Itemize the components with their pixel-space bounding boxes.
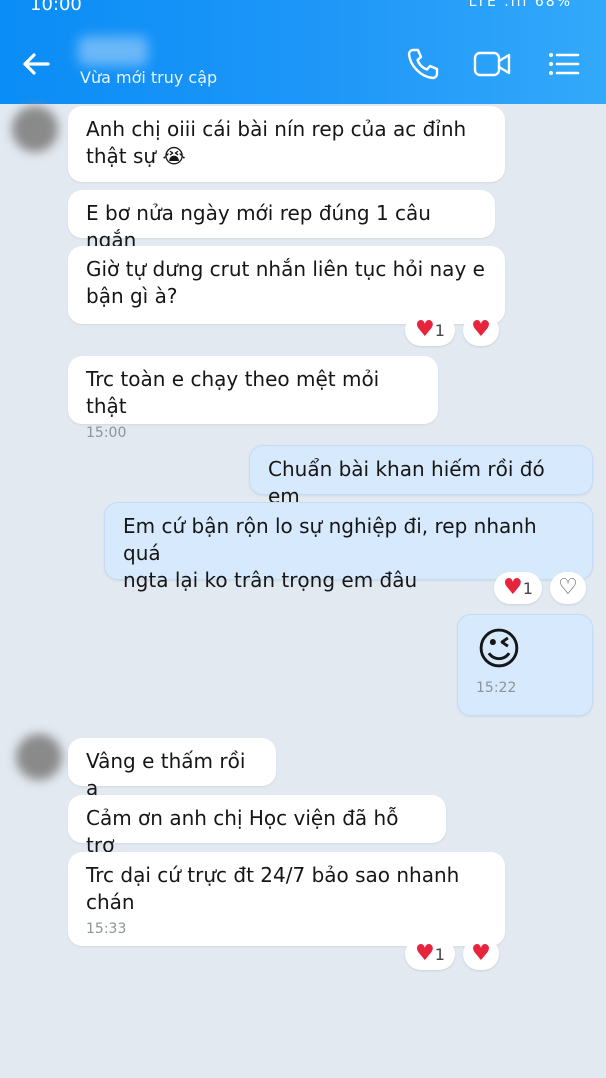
message-bubble[interactable]: 😉 15:22 [457, 614, 593, 716]
message-bubble[interactable]: Chuẩn bài khan hiếm rồi đó em [249, 445, 593, 508]
message-timestamp: 15:00 [86, 425, 127, 441]
reaction-count: 1 [434, 320, 445, 340]
back-arrow-icon[interactable] [18, 46, 54, 82]
message-text: Vâng e thấm rồi ạ [86, 749, 246, 800]
phone-icon[interactable] [403, 44, 443, 84]
status-icons: LTE .ıll 68% [469, 0, 572, 10]
message-bubble[interactable]: Trc toàn e chạy theo mệt mỏi thật 15:00 [68, 356, 438, 441]
heart-icon: ♥ [415, 941, 435, 966]
reaction-count: 1 [522, 578, 533, 598]
react-button[interactable]: ♡ [550, 572, 586, 604]
heart-icon: ♥ [471, 941, 491, 966]
heart-outline-icon: ♡ [558, 575, 578, 600]
signal-icon: LTE .ıll [468, 0, 529, 10]
reaction-count-pill[interactable]: ♥ 1 [405, 314, 455, 346]
contact-name[interactable] [78, 36, 148, 66]
menu-icon[interactable] [544, 44, 584, 84]
message-list[interactable]: Anh chị oiii cái bài nín rep của ac đỉnh… [0, 104, 606, 1078]
message-text: Cảm ơn anh chị Học viện đã hỗ trợ [86, 806, 399, 857]
battery-level: 68% [534, 0, 572, 10]
message-timestamp: 15:22 [476, 680, 517, 696]
avatar[interactable] [12, 106, 58, 152]
message-text: Trc dại cứ trực đt 24/7 bảo sao nhanh ch… [86, 863, 460, 914]
react-button[interactable]: ♥ [463, 314, 499, 346]
video-call-icon[interactable] [472, 44, 512, 84]
chat-header: 10:00 LTE .ıll 68% Vừa mới truy cập [0, 0, 606, 104]
message-text: Giờ tự dưng crut nhắn liên tục hỏi nay e… [86, 257, 485, 308]
message-bubble[interactable]: Giờ tự dưng crut nhắn liên tục hỏi nay e… [68, 246, 505, 324]
message-bubble[interactable]: Vâng e thấm rồi ạ [68, 738, 276, 800]
message-bubble[interactable]: E bơ nửa ngày mới rep đúng 1 câu ngắn [68, 190, 495, 252]
reaction-count: 1 [434, 944, 445, 964]
message-bubble[interactable]: Cảm ơn anh chị Học viện đã hỗ trợ [68, 795, 446, 857]
heart-icon: ♥ [503, 575, 523, 600]
reaction-count-pill[interactable]: ♥ 1 [494, 572, 542, 604]
wink-emoji: 😉 [476, 624, 522, 675]
reaction-count-pill[interactable]: ♥ 1 [405, 938, 455, 970]
status-bar: 10:00 LTE .ıll 68% [0, 0, 606, 18]
message-text: Trc toàn e chạy theo mệt mỏi thật [86, 367, 380, 418]
message-text: Anh chị oiii cái bài nín rep của ac đỉnh… [86, 117, 467, 168]
message-bubble[interactable]: Anh chị oiii cái bài nín rep của ac đỉnh… [68, 106, 505, 182]
avatar[interactable] [16, 734, 62, 780]
message-timestamp: 15:33 [86, 921, 127, 937]
status-time: 10:00 [30, 0, 82, 15]
last-active-status: Vừa mới truy cập [80, 68, 218, 87]
react-button[interactable]: ♥ [463, 938, 499, 970]
heart-icon: ♥ [471, 317, 491, 342]
message-bubble[interactable]: Em cứ bận rộn lo sự nghiệp đi, rep nhanh… [104, 502, 593, 592]
message-bubble[interactable]: Trc dại cứ trực đt 24/7 bảo sao nhanh ch… [68, 852, 505, 946]
heart-icon: ♥ [415, 317, 435, 342]
